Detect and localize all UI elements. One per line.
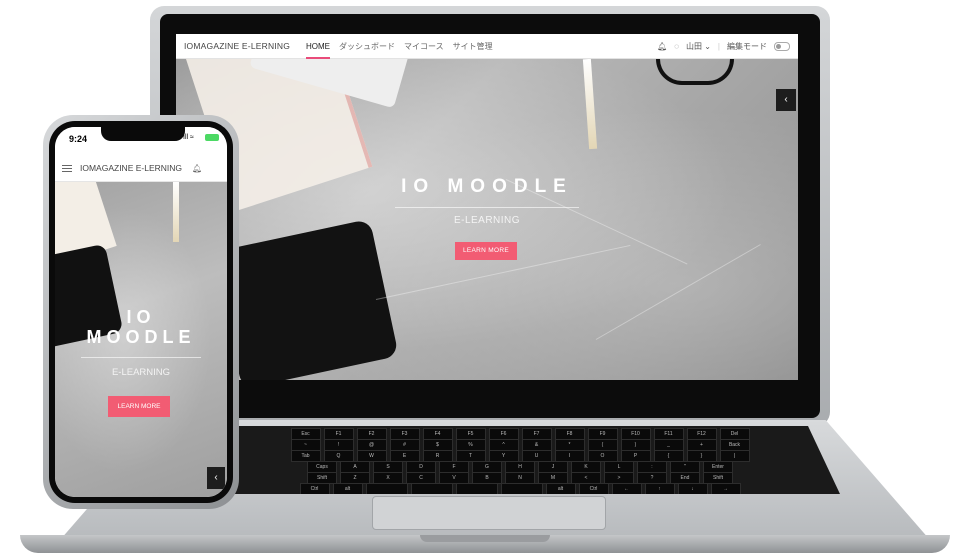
keyboard-key [410,483,453,494]
laptop-notch [420,535,550,542]
phone-navbar: IOMAGAZINE E-LERNING 🔔︎ [55,155,227,182]
pen-image [173,182,179,242]
laptop-navbar: IOMAGAZINE E-LERNING HOME ダッシュボード マイコース … [176,34,798,59]
laptop-screen: IOMAGAZINE E-LERNING HOME ダッシュボード マイコース … [176,34,798,380]
divider: | [717,41,720,51]
hero-title: IO MOODLE [55,307,227,347]
keyboard-key: → [710,483,741,494]
phone-hero-banner: IO MOODLE E-LEARNING LEARN MORE ‹ [55,182,227,497]
edit-mode-label: 編集モード [727,41,767,51]
bell-icon[interactable]: 🔔︎ [192,164,202,173]
pen-image [582,59,598,150]
chevron-left-icon[interactable]: ‹ [776,89,796,111]
hero-subtitle: E-LEARNING [111,367,171,378]
keyboard-row: Ctrl alt alt Ctrl ← ↑ ↓ → [200,483,840,494]
hero-divider [395,207,579,208]
touchpad [372,496,606,530]
hero-title-line2: MOODLE [86,327,196,347]
hero-banner: IO MOODLE E-LEARNING LEARN MORE ‹ [176,59,798,380]
nav-link-my-courses[interactable]: マイコース [404,41,444,52]
laptop-keyboard: Esc F1 F2 F3 F4 F5 F6 F7 F8 F9 F10 F11 F12 Del ~! @ # $% ^… [200,426,840,494]
hero-title-line1: IO [126,307,156,327]
edit-mode-toggle[interactable] [774,41,790,51]
keyboard-key: Ctrl [299,483,330,494]
glasses-image [656,59,734,85]
nav-link-home[interactable]: HOME [306,42,331,59]
keyboard-key: ↓ [677,483,708,494]
battery-icon [205,134,219,141]
phone-status-bar: 9:24 ıll ≈ [55,127,227,155]
keyboard-key: ← [611,483,642,494]
phone-notch [101,127,185,141]
chat-icon[interactable]: ◌ [674,42,679,51]
signal-icon: ıll ≈ [183,134,194,141]
user-menu[interactable]: 山田 ⌄ [686,41,711,52]
phone-screen: 9:24 ıll ≈ IOMAGAZINE E-LERNING 🔔︎ IO MO… [55,127,227,497]
bell-icon[interactable]: 🔔︎ [657,42,667,51]
keyboard-key [455,483,498,494]
navbar-right: 🔔︎ ◌ 山田 ⌄ | 編集モード [657,41,790,52]
site-brand[interactable]: IOMAGAZINE E-LERNING [80,163,182,173]
site-brand[interactable]: IOMAGAZINE E-LERNING [184,41,290,51]
chevron-left-icon[interactable]: ‹ [207,467,225,489]
keyboard-key [365,483,408,494]
keyboard-key [500,483,543,494]
learn-more-button[interactable]: LEARN MORE [108,396,170,417]
nav-link-site-admin[interactable]: サイト管理 [453,41,493,52]
hero-divider [81,357,201,358]
hero-subtitle: E-LEARNING [453,215,521,226]
keyboard-key: alt [545,483,576,494]
hamburger-menu-icon[interactable] [62,164,72,172]
nav-link-dashboard[interactable]: ダッシュボード [339,41,395,52]
keyboard-key: Ctrl [578,483,609,494]
hero-title: IO MOODLE [401,176,573,197]
phone-image [213,218,399,380]
status-time: 9:24 [69,134,88,144]
learn-more-button[interactable]: LEARN MORE [455,242,517,260]
keyboard-key: ↑ [644,483,675,494]
keyboard-key: alt [332,483,363,494]
